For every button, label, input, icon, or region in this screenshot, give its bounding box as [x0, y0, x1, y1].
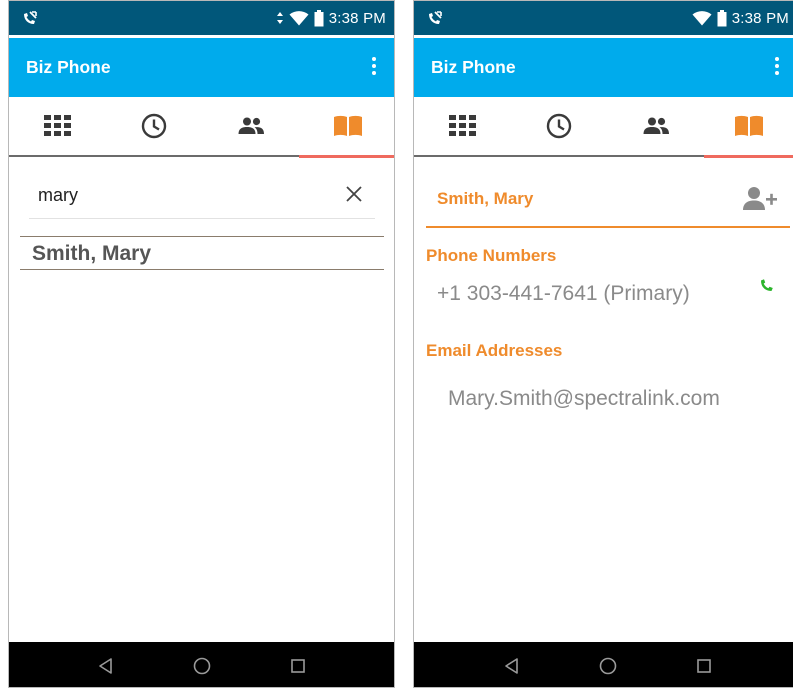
phone-numbers-label: Phone Numbers: [426, 246, 557, 265]
status-time: 3:38 PM: [328, 9, 386, 27]
app-bar: Biz Phone: [414, 38, 793, 97]
phone-screen-contact: 3:38 PM Biz Phone Smith, Mary Phone Numb…: [413, 0, 793, 688]
wifi-call-icon: [429, 11, 442, 24]
tab-directory[interactable]: [704, 97, 793, 155]
dialpad-icon: [43, 115, 71, 136]
tab-bar: [414, 97, 793, 155]
data-arrows-icon: [276, 12, 283, 24]
call-icon[interactable]: [759, 277, 775, 293]
home-icon[interactable]: [596, 654, 620, 678]
email-addresses-label: Email Addresses: [426, 341, 563, 360]
phone-number[interactable]: +1 303-441-7641 (Primary): [437, 282, 690, 306]
add-contact-icon[interactable]: [742, 186, 778, 212]
search-input[interactable]: [38, 179, 328, 211]
result-name: Smith, Mary: [32, 242, 152, 265]
recents-clock-icon: [141, 113, 166, 139]
contacts-people-icon: [238, 117, 264, 134]
app-title: Biz Phone: [26, 57, 111, 77]
status-bar: 3:38 PM: [414, 1, 793, 35]
tab-contacts[interactable]: [607, 97, 704, 155]
tab-recents[interactable]: [105, 97, 202, 155]
tab-recents[interactable]: [510, 97, 607, 155]
recent-apps-icon[interactable]: [692, 654, 716, 678]
app-bar: Biz Phone: [9, 38, 394, 97]
email-address[interactable]: Mary.Smith@spectralink.com: [448, 387, 720, 411]
wifi-call-icon: [24, 11, 37, 24]
active-tab-indicator: [299, 155, 394, 158]
contact-header: Smith, Mary: [426, 176, 790, 228]
tab-dialpad[interactable]: [414, 97, 510, 155]
wifi-signal-icon: [692, 10, 712, 25]
overflow-menu-icon[interactable]: [772, 57, 782, 79]
app-title: Biz Phone: [431, 57, 516, 77]
overflow-menu-icon[interactable]: [369, 57, 379, 79]
contacts-people-icon: [643, 117, 669, 134]
battery-icon: [717, 9, 727, 26]
tab-bar: [9, 97, 394, 155]
dialpad-icon: [448, 115, 476, 136]
tab-contacts[interactable]: [202, 97, 299, 155]
tab-dialpad[interactable]: [9, 97, 105, 155]
status-time: 3:38 PM: [731, 9, 789, 27]
tab-directory[interactable]: [299, 97, 394, 155]
wifi-signal-icon: [289, 10, 309, 25]
status-bar: 3:38 PM: [9, 1, 394, 35]
directory-book-icon: [735, 115, 763, 136]
battery-icon: [314, 9, 324, 26]
recent-apps-icon[interactable]: [286, 654, 310, 678]
active-tab-indicator: [704, 155, 793, 158]
system-nav-bar: [9, 642, 394, 687]
back-icon[interactable]: [500, 654, 524, 678]
home-icon[interactable]: [190, 654, 214, 678]
directory-book-icon: [333, 115, 362, 136]
phone-screen-search: 3:38 PM Biz Phone mary Smith, Mary: [8, 0, 395, 688]
recents-clock-icon: [546, 113, 571, 139]
contact-name: Smith, Mary: [437, 189, 534, 208]
system-nav-bar: [414, 642, 793, 687]
back-icon[interactable]: [94, 654, 118, 678]
screenshot-stage: 3:38 PM Biz Phone mary Smith, Mary 3:38 …: [0, 0, 793, 688]
search-result-item[interactable]: Smith, Mary: [20, 236, 384, 270]
search-box: [29, 171, 375, 219]
clear-search-icon[interactable]: [343, 183, 365, 205]
